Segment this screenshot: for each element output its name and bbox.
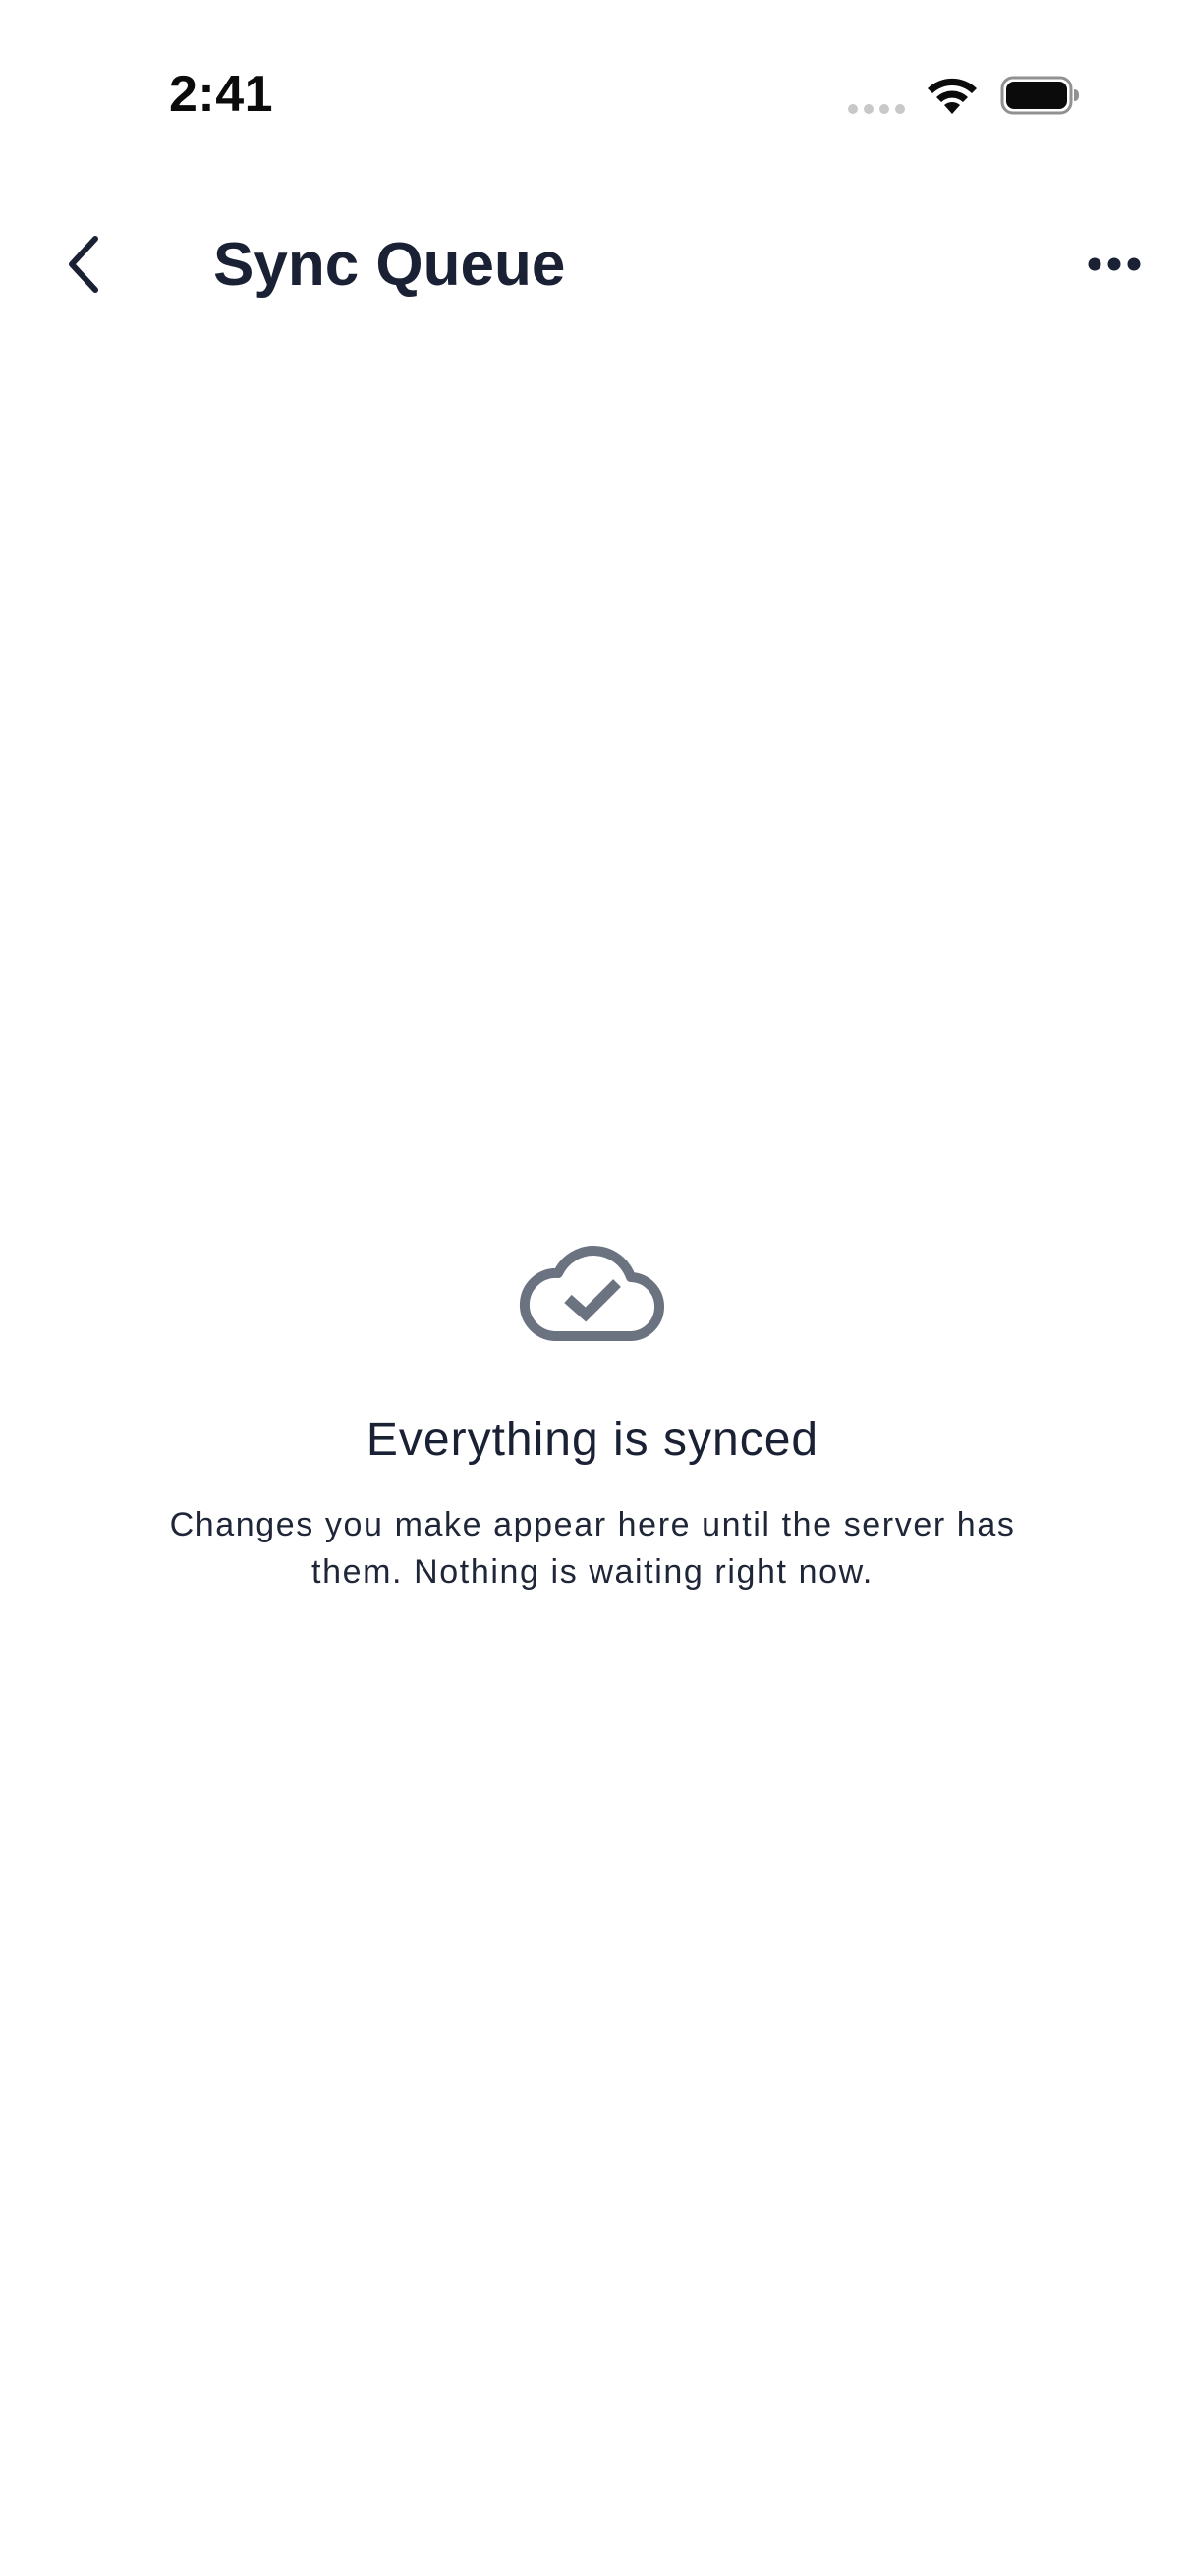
more-horizontal-icon <box>1088 257 1141 271</box>
more-button[interactable] <box>1067 220 1161 308</box>
empty-state-description: Changes you make appear here until the s… <box>169 1506 1016 1591</box>
back-button[interactable] <box>39 220 128 308</box>
wifi-icon <box>928 78 977 114</box>
empty-state: Everything is synced Changes you make ap… <box>0 1238 1185 1596</box>
empty-state-title: Everything is synced <box>366 1414 819 1466</box>
nav-bar: Sync Queue <box>0 206 1185 324</box>
chevron-left-icon <box>69 236 98 293</box>
status-bar: 2:41 <box>0 0 1185 187</box>
battery-icon <box>1000 76 1079 115</box>
signal-icon <box>848 104 905 114</box>
status-time: 2:41 <box>169 66 274 123</box>
cloud-check-icon <box>520 1246 664 1342</box>
page-title: Sync Queue <box>213 231 566 299</box>
